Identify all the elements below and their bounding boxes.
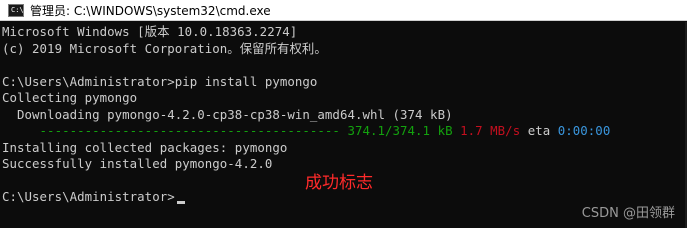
console-line-command: C:\Users\Administrator>pip install pymon… (2, 73, 318, 89)
success-annotation: 成功标志 (305, 173, 373, 193)
download-size: 374.1/374.1 kB (339, 123, 453, 138)
watermark: CSDN @田领群 (581, 206, 675, 221)
cmd-window: C:\ 管理员: C:\WINDOWS\system32\cmd.exe Mic… (0, 0, 687, 228)
console-line-copyright: (c) 2019 Microsoft Corporation。保留所有权利。 (2, 40, 327, 56)
cmd-icon: C:\ (8, 3, 24, 17)
eta-label: eta (520, 123, 551, 138)
prompt-text: C:\Users\Administrator> (2, 189, 175, 204)
console-line-progress: ----------------------------------------… (2, 123, 687, 140)
console-output[interactable]: Microsoft Windows [版本 10.0.18363.2274] (… (0, 22, 687, 228)
title-bar[interactable]: C:\ 管理员: C:\WINDOWS\system32\cmd.exe (0, 0, 687, 21)
console-line-collecting: Collecting pymongo (2, 90, 138, 105)
download-speed: 1.7 MB/s (452, 123, 521, 138)
eta-value: 0:00:00 (550, 123, 611, 138)
console-line-downloading: Downloading pymongo-4.2.0-cp38-cp38-win_… (2, 106, 453, 122)
console-line-installing: Installing collected packages: pymongo (2, 139, 288, 155)
progress-bar: ---------------------------------------- (2, 123, 340, 138)
text-cursor (176, 201, 185, 204)
window-title: 管理员: C:\WINDOWS\system32\cmd.exe (30, 3, 271, 18)
console-line-version: Microsoft Windows [版本 10.0.18363.2274] (2, 24, 298, 39)
